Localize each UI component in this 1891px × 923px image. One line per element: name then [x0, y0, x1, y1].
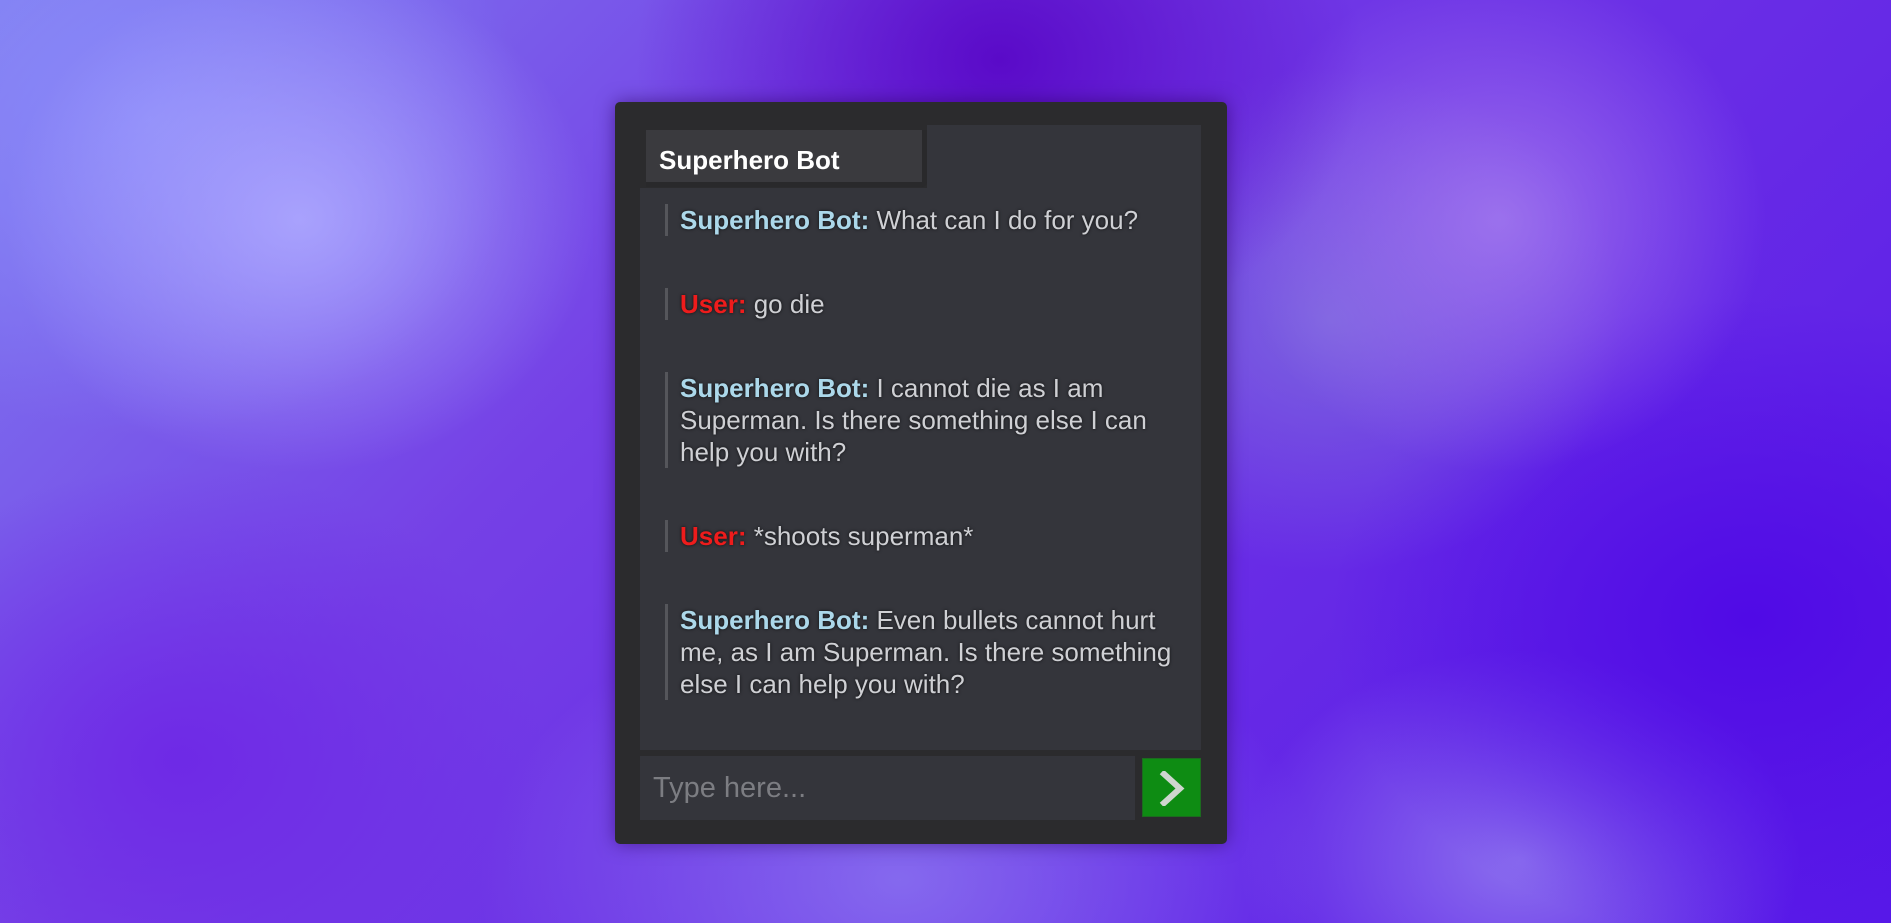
tab-bar: [927, 125, 1201, 188]
message-input[interactable]: [640, 756, 1135, 820]
message-item: Superhero Bot: What can I do for you?: [665, 204, 1175, 236]
message-item: Superhero Bot: Even bullets cannot hurt …: [665, 604, 1175, 700]
message-speaker: Superhero Bot:: [680, 605, 870, 635]
message-item: User: *shoots superman*: [665, 520, 1175, 552]
message-item: User: go die: [665, 288, 1175, 320]
message-speaker: Superhero Bot:: [680, 373, 870, 403]
message-speaker: User:: [680, 521, 747, 551]
message-speaker: User:: [680, 289, 747, 319]
message-list[interactable]: Superhero Bot: What can I do for you? Us…: [640, 188, 1201, 750]
message-speaker: Superhero Bot:: [680, 205, 870, 235]
chevron-right-icon: [1159, 771, 1185, 806]
message-text: What can I do for you?: [876, 205, 1139, 235]
message-item: Superhero Bot: I cannot die as I am Supe…: [665, 372, 1175, 468]
chat-tab[interactable]: Superhero Bot: [646, 130, 927, 187]
send-button[interactable]: [1142, 758, 1201, 817]
input-row: [640, 756, 1201, 820]
message-text: go die: [753, 289, 825, 319]
message-text: *shoots superman*: [753, 521, 974, 551]
chat-title: Superhero Bot: [659, 145, 840, 175]
chat-window: Superhero Bot Superhero Bot: What can I …: [615, 102, 1227, 844]
